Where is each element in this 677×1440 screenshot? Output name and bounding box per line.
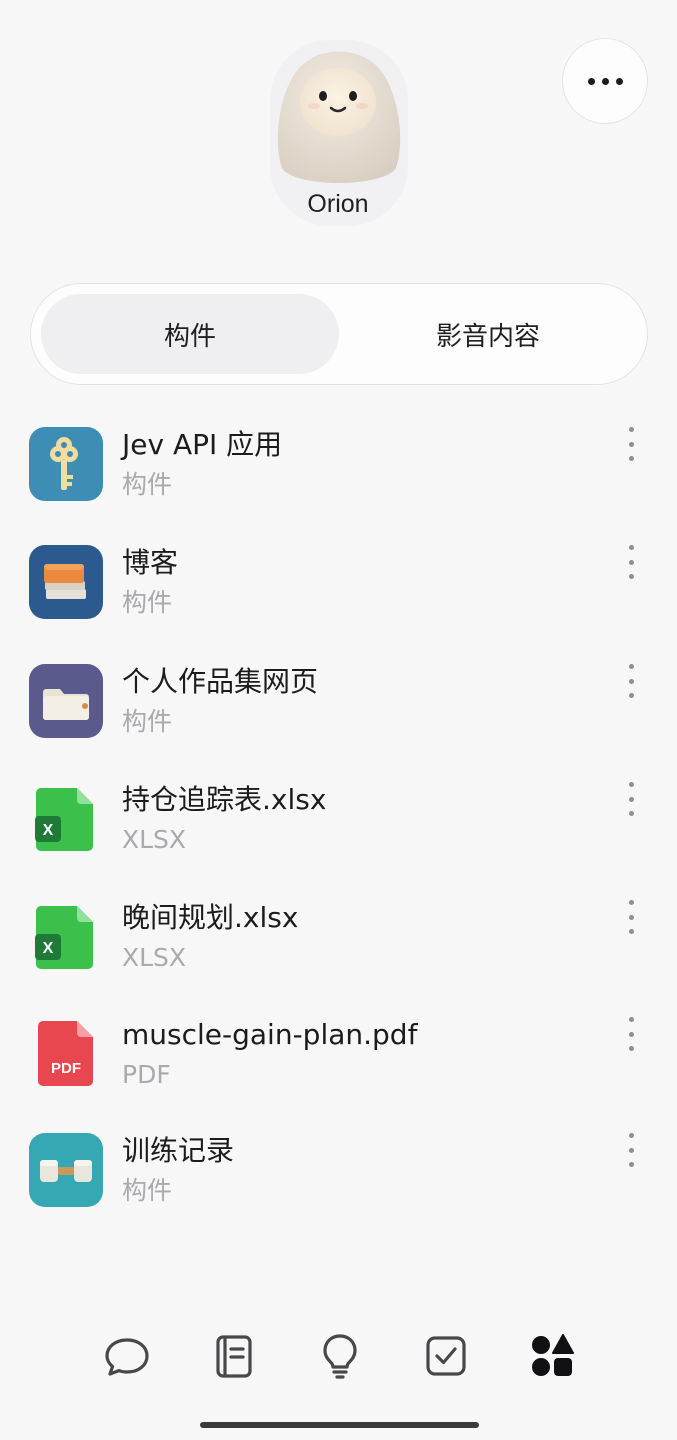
item-title: 持仓追踪表.xlsx bbox=[122, 783, 327, 816]
more-dot bbox=[601, 77, 609, 85]
item-title: muscle-gain-plan.pdf bbox=[122, 1018, 418, 1051]
artifacts-page: Orion 构件 影音内容 Jev API 应用 构件 博客 构件 个人作品集网… bbox=[0, 0, 677, 1440]
home-indicator bbox=[200, 1422, 479, 1428]
list-item[interactable]: 博客 构件 bbox=[0, 545, 677, 663]
item-title: 晚间规划.xlsx bbox=[122, 901, 299, 934]
key-app-icon bbox=[29, 427, 103, 501]
item-type: XLSX bbox=[122, 825, 187, 854]
checkbox-icon[interactable] bbox=[422, 1332, 470, 1380]
list-item[interactable]: PDF muscle-gain-plan.pdf PDF bbox=[0, 1017, 677, 1135]
books-app-icon bbox=[29, 545, 103, 619]
excel-file-icon: X bbox=[35, 788, 93, 851]
avatar-character-image bbox=[277, 51, 401, 183]
content-tabs: 构件 影音内容 bbox=[30, 283, 648, 385]
pdf-badge-text: PDF bbox=[51, 1060, 81, 1077]
dumbbell-app-icon bbox=[29, 1133, 103, 1207]
notebook-icon[interactable] bbox=[210, 1332, 258, 1380]
profile-name: Orion bbox=[307, 190, 369, 218]
item-more-icon[interactable] bbox=[620, 1017, 642, 1051]
tab-media[interactable]: 影音内容 bbox=[339, 294, 637, 374]
pdf-file-icon: PDF bbox=[38, 1021, 93, 1086]
chat-bubble-icon[interactable] bbox=[103, 1332, 151, 1380]
list-item[interactable]: 训练记录 构件 bbox=[0, 1133, 677, 1251]
item-type: 构件 bbox=[122, 588, 173, 617]
svg-text:X: X bbox=[43, 940, 54, 957]
item-title: 训练记录 bbox=[122, 1134, 235, 1167]
list-item[interactable]: X 持仓追踪表.xlsx XLSX bbox=[0, 782, 677, 900]
item-title: Jev API 应用 bbox=[122, 428, 283, 461]
item-title: 个人作品集网页 bbox=[122, 665, 319, 698]
folder-app-icon bbox=[29, 664, 103, 738]
list-item[interactable]: 个人作品集网页 构件 bbox=[0, 664, 677, 782]
item-more-icon[interactable] bbox=[620, 900, 642, 934]
item-type: 构件 bbox=[122, 1176, 173, 1205]
item-type: XLSX bbox=[122, 943, 187, 972]
more-horizontal-icon bbox=[587, 77, 595, 85]
item-more-icon[interactable] bbox=[620, 1133, 642, 1167]
item-more-icon[interactable] bbox=[620, 427, 642, 461]
list-item[interactable]: X 晚间规划.xlsx XLSX bbox=[0, 900, 677, 1018]
tab-artifacts[interactable]: 构件 bbox=[41, 294, 339, 374]
lightbulb-icon[interactable] bbox=[316, 1332, 364, 1380]
item-more-icon[interactable] bbox=[620, 664, 642, 698]
item-more-icon[interactable] bbox=[620, 782, 642, 816]
more-options-button[interactable] bbox=[562, 38, 648, 124]
more-dot bbox=[615, 77, 623, 85]
profile-avatar[interactable]: Orion bbox=[262, 40, 414, 236]
list-item[interactable]: Jev API 应用 构件 bbox=[0, 427, 677, 545]
item-more-icon[interactable] bbox=[620, 545, 642, 579]
shapes-icon[interactable] bbox=[528, 1332, 576, 1380]
excel-file-icon: X bbox=[35, 906, 93, 969]
item-type: PDF bbox=[122, 1060, 171, 1089]
item-type: 构件 bbox=[122, 470, 173, 499]
item-type: 构件 bbox=[122, 707, 173, 736]
svg-text:X: X bbox=[43, 822, 54, 839]
item-title: 博客 bbox=[122, 546, 179, 579]
